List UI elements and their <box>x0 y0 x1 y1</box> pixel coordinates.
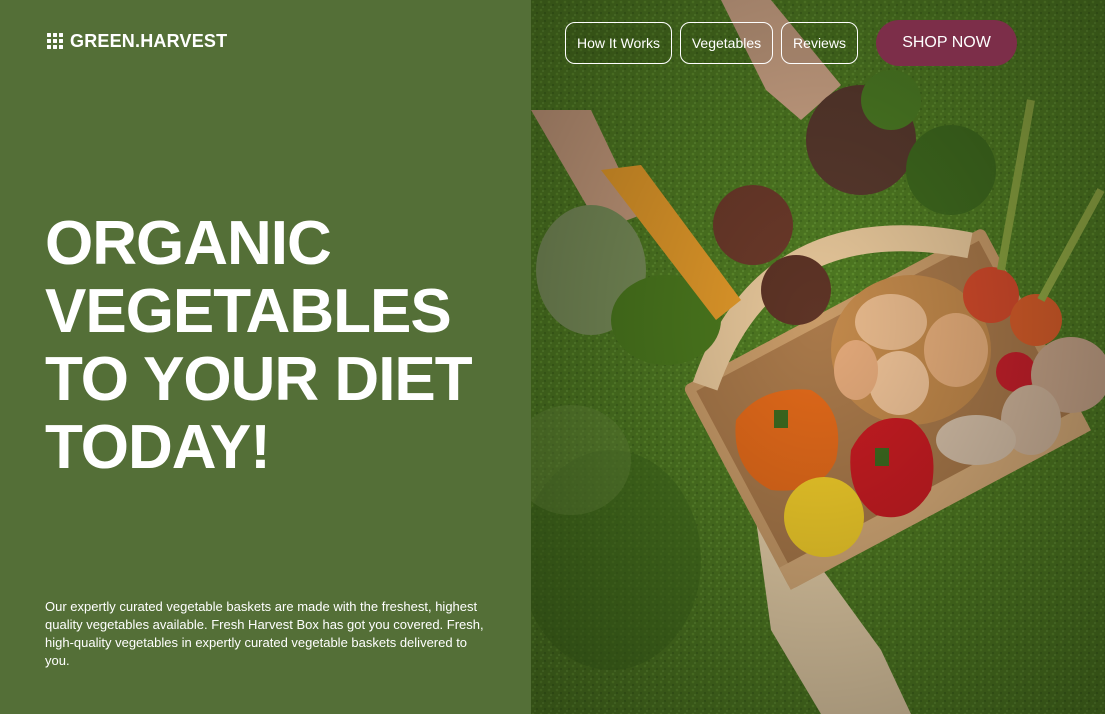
hero-title-line: VEGETABLES <box>45 277 452 346</box>
shop-now-button[interactable]: SHOP NOW <box>876 20 1017 66</box>
hero-title-line: TO YOUR DIET <box>45 345 473 414</box>
nav-vegetables[interactable]: Vegetables <box>680 22 773 64</box>
nav-reviews[interactable]: Reviews <box>781 22 858 64</box>
grid-icon <box>47 33 64 50</box>
hero-description: Our expertly curated vegetable baskets a… <box>45 599 484 668</box>
hero-title-line: ORGANIC <box>45 209 332 278</box>
hero-title-line: TODAY! <box>45 413 271 482</box>
nav-how-it-works[interactable]: How It Works <box>565 22 672 64</box>
hero-title: ORGANIC VEGETABLES TO YOUR DIET TODAY! <box>45 209 473 482</box>
main-nav: How It Works Vegetables Reviews SHOP NOW <box>565 20 1017 66</box>
hero-photo <box>531 0 1105 714</box>
brand-logo[interactable]: GREEN.HARVEST <box>47 31 227 52</box>
vegetable-basket-photo <box>531 0 1105 714</box>
hero-panel: GREEN.HARVEST ORGANIC VEGETABLES TO YOUR… <box>0 0 531 714</box>
brand-name: GREEN.HARVEST <box>70 31 228 51</box>
